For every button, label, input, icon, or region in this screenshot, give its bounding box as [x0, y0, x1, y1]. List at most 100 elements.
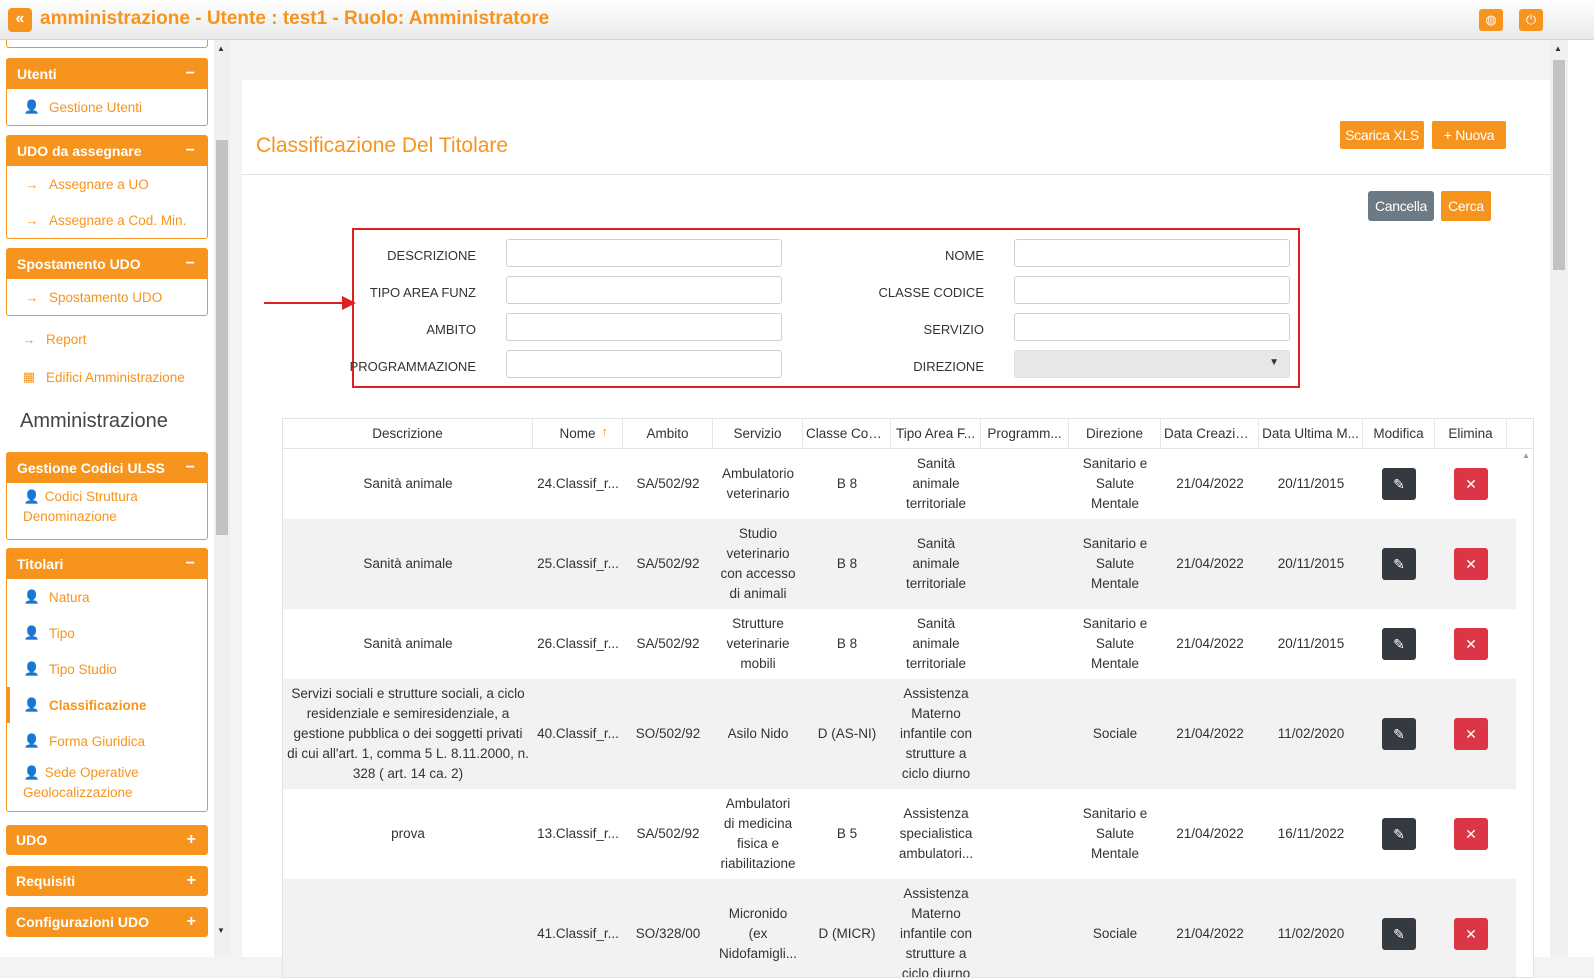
table-cell-nome: 24.Classif_r...	[533, 449, 623, 519]
page-scroll-thumb[interactable]	[1553, 60, 1565, 270]
table-row[interactable]: Servizi sociali e strutture sociali, a c…	[283, 679, 1516, 789]
expand-icon[interactable]: +	[187, 907, 196, 937]
table-cell-modifica: ✎	[1363, 789, 1435, 879]
cell-line: 21/04/2022	[1176, 726, 1244, 741]
edit-button[interactable]: ✎	[1382, 718, 1416, 750]
column-header-direzione[interactable]: Direzione	[1069, 419, 1161, 449]
sort-ascending-icon[interactable]: ↑	[602, 419, 609, 447]
column-header-data-ultima[interactable]: Data Ultima M...	[1259, 419, 1363, 449]
delete-button[interactable]: ✕	[1454, 548, 1488, 580]
column-header-classe-codice[interactable]: Classe Codi...	[803, 419, 891, 449]
group-header-gestione-codici-ulss[interactable]: Gestione Codici ULSS −	[7, 453, 207, 483]
edit-button[interactable]: ✎	[1382, 918, 1416, 950]
language-button[interactable]: ◍	[1479, 9, 1503, 31]
sidebar-item-classificazione[interactable]: 👤 Classificazione	[7, 687, 207, 723]
table-row[interactable]: Sanità animale 25.Classif_r... SA/502/92 St…	[283, 519, 1516, 609]
sidebar-item-codici-struttura[interactable]: 👤 Codici Struttura Denominazione	[7, 483, 207, 539]
collapse-icon[interactable]: −	[186, 249, 195, 279]
sidebar-item-edifici-amministrazione[interactable]: ▦ Edifici Amministrazione	[20, 369, 185, 385]
delete-button[interactable]: ✕	[1454, 468, 1488, 500]
edit-button[interactable]: ✎	[1382, 818, 1416, 850]
delete-button[interactable]: ✕	[1454, 818, 1488, 850]
edit-button[interactable]: ✎	[1382, 548, 1416, 580]
programmazione-input[interactable]	[506, 350, 782, 378]
scroll-down-icon[interactable]: ▼	[217, 926, 225, 935]
sidebar-item-spostamento-udo[interactable]: → Spostamento UDO	[7, 279, 207, 315]
collapse-icon[interactable]: −	[186, 59, 195, 89]
cancel-button[interactable]: Cancella	[1368, 191, 1434, 221]
direzione-select[interactable]: ▼	[1014, 350, 1290, 378]
table-cell-elimina: ✕	[1435, 789, 1507, 879]
table-scrollbar[interactable]: ▲	[1518, 449, 1533, 977]
cell-line: di animali	[729, 586, 787, 601]
sidebar-item-gestione-utenti[interactable]: 👤 Gestione Utenti	[7, 89, 207, 125]
edit-button[interactable]: ✎	[1382, 468, 1416, 500]
sidebar-item-forma-giuridica[interactable]: 👤 Forma Giuridica	[7, 723, 207, 759]
group-title: UDO da assegnare	[17, 143, 142, 159]
sidebar-item-report[interactable]: → Report	[20, 332, 87, 347]
cell-line: Salute	[1095, 476, 1135, 491]
data-table: Descrizione Nome ↑ Ambito Servizio Classe Cod…	[282, 418, 1534, 978]
sidebar-item-natura[interactable]: 👤 Natura	[7, 579, 207, 615]
page-scrollbar[interactable]: ▲	[1550, 40, 1568, 957]
table-row[interactable]: Sanità animale 24.Classif_r... SA/502/92 Am…	[283, 449, 1516, 519]
cell-text: Sanità animale	[363, 634, 452, 654]
sidebar-item-assegnare-cod-min[interactable]: → Assegnare a Cod. Min.	[7, 202, 207, 238]
delete-button[interactable]: ✕	[1454, 628, 1488, 660]
cell-line: Mentale	[1090, 496, 1139, 511]
column-header-tipo-area[interactable]: Tipo Area F...	[891, 419, 981, 449]
column-header-programmazione[interactable]: Programm...	[981, 419, 1069, 449]
group-header-configurazioni-udo[interactable]: Configurazioni UDO +	[6, 907, 208, 937]
logout-button[interactable]: ⏻	[1519, 9, 1543, 31]
search-button[interactable]: Cerca	[1441, 191, 1491, 221]
group-header-titolari[interactable]: Titolari −	[7, 549, 207, 579]
edit-icon: ✎	[1393, 826, 1405, 842]
group-header-spostamento-udo[interactable]: Spostamento UDO −	[7, 249, 207, 279]
sidebar-item-assegnare-uo[interactable]: → Assegnare a UO	[7, 166, 207, 202]
sidebar-scroll-thumb[interactable]	[216, 140, 228, 535]
scroll-up-icon[interactable]: ▲	[1522, 451, 1530, 460]
edit-button[interactable]: ✎	[1382, 628, 1416, 660]
cell-text: Studio veterinario con accesso di animali	[720, 524, 795, 604]
column-header-data-creazione[interactable]: Data Creazione	[1161, 419, 1259, 449]
group-header-utenti[interactable]: Utenti −	[7, 59, 207, 89]
sidebar-group-edge	[6, 40, 208, 48]
column-header-modifica[interactable]: Modifica	[1363, 419, 1435, 449]
scroll-up-icon[interactable]: ▲	[1554, 44, 1562, 53]
table-row[interactable]: Sanità animale 26.Classif_r... SA/502/92 St…	[283, 609, 1516, 679]
delete-button[interactable]: ✕	[1454, 918, 1488, 950]
group-header-udo[interactable]: UDO +	[6, 825, 208, 855]
group-header-udo-da-assegnare[interactable]: UDO da assegnare −	[7, 136, 207, 166]
delete-button[interactable]: ✕	[1454, 718, 1488, 750]
download-xls-button[interactable]: Scarica XLS	[1340, 121, 1424, 149]
classe-codice-input[interactable]	[1014, 276, 1290, 304]
sidebar-item-sede-operative[interactable]: 👤 Sede Operative Geolocalizzazione	[7, 759, 207, 811]
expand-icon[interactable]: +	[187, 825, 196, 855]
group-header-requisiti[interactable]: Requisiti +	[6, 866, 208, 896]
table-cell-tipo-area: Assistenza Materno infantile con strutture …	[891, 679, 981, 789]
expand-icon[interactable]: +	[187, 866, 196, 896]
servizio-input[interactable]	[1014, 313, 1290, 341]
scroll-up-icon[interactable]: ▲	[217, 44, 225, 53]
column-header-nome[interactable]: Nome ↑	[533, 419, 623, 449]
sidebar-item-tipo-studio[interactable]: 👤 Tipo Studio	[7, 651, 207, 687]
collapse-icon[interactable]: −	[186, 453, 195, 483]
table-row[interactable]: 41.Classif_r... SO/328/00 Micronido (ex Nido…	[283, 879, 1516, 977]
collapse-icon[interactable]: −	[186, 136, 195, 166]
sidebar-group-utenti: Utenti − 👤 Gestione Utenti	[6, 58, 208, 126]
nome-input[interactable]	[1014, 239, 1290, 267]
sidebar-scrollbar[interactable]: ▲ ▼	[214, 40, 230, 957]
collapse-sidebar-button[interactable]: «	[8, 8, 32, 32]
table-row[interactable]: prova 13.Classif_r... SA/502/92 Ambulatori d…	[283, 789, 1516, 879]
tipo-area-funz-input[interactable]	[506, 276, 782, 304]
sidebar-item-tipo[interactable]: 👤 Tipo	[7, 615, 207, 651]
descrizione-input[interactable]	[506, 239, 782, 267]
new-button[interactable]: + Nuova	[1432, 121, 1506, 149]
column-header-ambito[interactable]: Ambito	[623, 419, 713, 449]
cell-text: 11/02/2020	[1278, 924, 1345, 944]
column-header-elimina[interactable]: Elimina	[1435, 419, 1507, 449]
collapse-icon[interactable]: −	[186, 549, 195, 579]
column-header-servizio[interactable]: Servizio	[713, 419, 803, 449]
column-header-descrizione[interactable]: Descrizione	[283, 419, 533, 449]
ambito-input[interactable]	[506, 313, 782, 341]
